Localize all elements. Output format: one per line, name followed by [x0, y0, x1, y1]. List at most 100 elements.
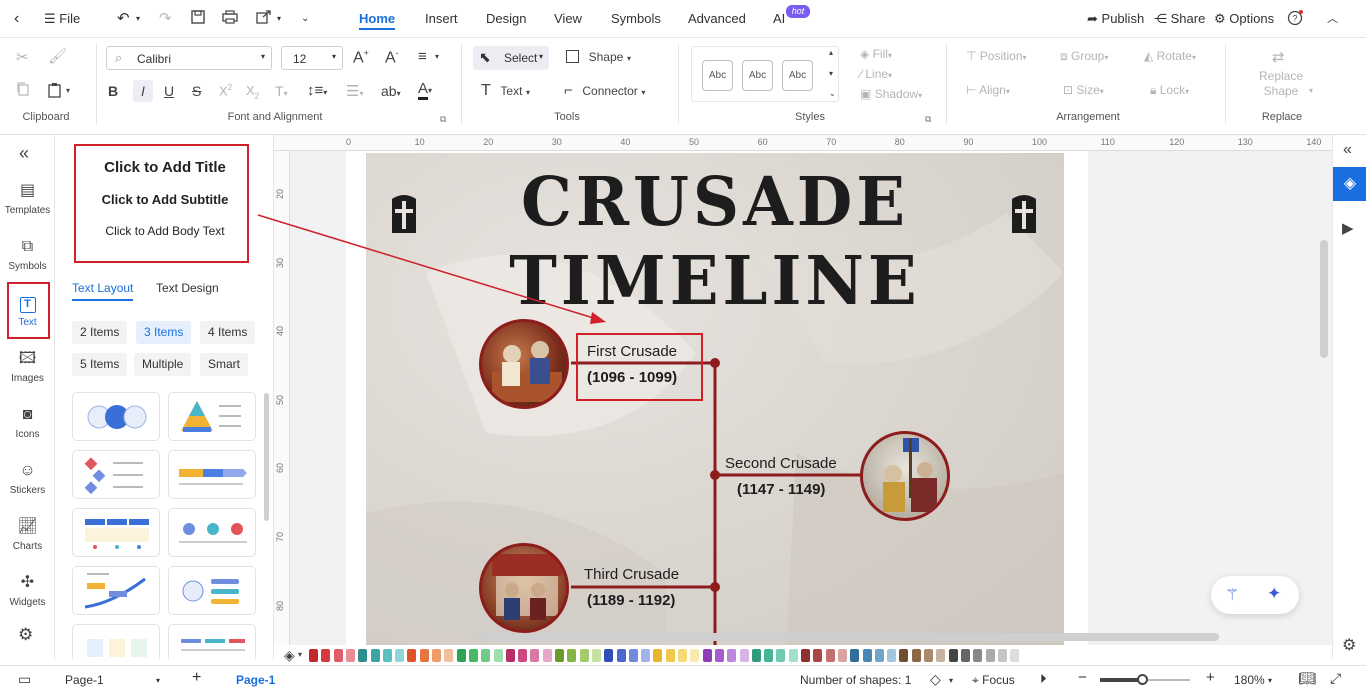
- rotate-button[interactable]: ◭ Rotate▾: [1144, 49, 1196, 63]
- horizontal-scrollbar[interactable]: [479, 633, 1219, 641]
- line-button[interactable]: ∕ Line▾: [860, 67, 892, 81]
- color-swatch[interactable]: [653, 649, 663, 662]
- expand-panel-icon[interactable]: «: [1343, 141, 1352, 159]
- color-swatch[interactable]: [333, 649, 343, 662]
- color-swatch[interactable]: [481, 649, 491, 662]
- styles-expand-icon[interactable]: ⌄: [829, 89, 836, 98]
- color-swatch[interactable]: [321, 649, 331, 662]
- color-swatch[interactable]: [837, 649, 847, 662]
- position-button[interactable]: ⊤ Position▾: [966, 49, 1027, 63]
- second-crusade-years[interactable]: (1147 - 1149): [737, 481, 825, 498]
- magic-wand-icon[interactable]: ⚚: [1225, 585, 1239, 605]
- export-icon[interactable]: [256, 10, 272, 28]
- color-swatch[interactable]: [591, 649, 601, 662]
- color-swatch[interactable]: [542, 649, 552, 662]
- font-family-select[interactable]: ⌕ Calibri ▾: [106, 46, 272, 70]
- size-button[interactable]: ⊡ Size▾: [1063, 83, 1104, 97]
- collapse-sidebar-icon[interactable]: «: [19, 143, 29, 164]
- subscript-icon[interactable]: X2: [246, 83, 259, 101]
- align-dropdown-icon[interactable]: ▾: [435, 52, 439, 61]
- slideshow-icon[interactable]: ▶: [1342, 219, 1354, 237]
- strikethrough-icon[interactable]: S: [192, 83, 201, 99]
- color-swatch[interactable]: [714, 649, 724, 662]
- book-view-icon[interactable]: 📖︎: [1298, 670, 1316, 687]
- zoom-slider-thumb[interactable]: [1137, 674, 1148, 685]
- replace-shape-label-2[interactable]: Shape: [1254, 84, 1308, 98]
- tab-symbols[interactable]: Symbols: [611, 10, 661, 30]
- format-painter-icon[interactable]: 🖌: [48, 47, 67, 65]
- layout-thumbnail[interactable]: [168, 566, 256, 615]
- color-swatch[interactable]: [948, 649, 958, 662]
- color-swatch[interactable]: [456, 649, 466, 662]
- color-swatch[interactable]: [690, 649, 700, 662]
- underline-icon[interactable]: U: [164, 83, 174, 99]
- color-swatch[interactable]: [444, 649, 454, 662]
- color-swatch[interactable]: [960, 649, 970, 662]
- styles-scroll-down-icon[interactable]: ▾: [829, 69, 833, 78]
- layers-dropdown-icon[interactable]: ▾: [949, 676, 953, 685]
- color-swatch[interactable]: [1010, 649, 1020, 662]
- color-swatch[interactable]: [764, 649, 774, 662]
- sidebar-item-images[interactable]: 🖾 Images: [0, 343, 55, 395]
- text-button[interactable]: T Text ▾: [481, 82, 530, 100]
- color-swatch[interactable]: [739, 649, 749, 662]
- highlight-icon[interactable]: ab▾: [381, 83, 401, 99]
- third-crusade-name[interactable]: Third Crusade: [584, 566, 679, 583]
- color-swatch[interactable]: [936, 649, 946, 662]
- paste-icon[interactable]: [47, 82, 63, 101]
- color-swatch[interactable]: [727, 649, 737, 662]
- shadow-button[interactable]: ▣ Shadow▾: [860, 87, 922, 101]
- color-swatch[interactable]: [665, 649, 675, 662]
- style-swatch-2[interactable]: Abc: [742, 60, 773, 91]
- paste-dropdown-icon[interactable]: ▾: [66, 86, 70, 95]
- fill-dropdown-icon[interactable]: ▾: [298, 650, 302, 659]
- italic-icon[interactable]: I: [133, 80, 153, 102]
- color-swatch[interactable]: [850, 649, 860, 662]
- layout-thumbnail[interactable]: [168, 624, 256, 659]
- panel-scrollbar[interactable]: [264, 393, 269, 521]
- fullscreen-icon[interactable]: ⤢: [1330, 670, 1341, 687]
- color-swatch[interactable]: [518, 649, 528, 662]
- redo-icon[interactable]: ↷: [159, 10, 172, 28]
- export-dropdown-icon[interactable]: ▾: [277, 10, 281, 28]
- back-icon[interactable]: ‹: [14, 10, 19, 28]
- color-swatch[interactable]: [395, 649, 405, 662]
- chevron-down-icon[interactable]: ▾: [156, 676, 160, 685]
- replace-shape-label-1[interactable]: Replace: [1254, 69, 1308, 83]
- tab-view[interactable]: View: [554, 10, 582, 30]
- tab-ai[interactable]: AI: [773, 10, 785, 30]
- increase-font-icon[interactable]: A+: [353, 48, 369, 67]
- collapse-ribbon-icon[interactable]: ︿: [1327, 10, 1338, 28]
- font-color-icon[interactable]: A▾: [418, 80, 432, 100]
- sidebar-item-templates[interactable]: ▤ Templates: [0, 175, 55, 227]
- connector-button[interactable]: ⌐ Connector ▾: [564, 82, 645, 99]
- color-swatch[interactable]: [924, 649, 933, 662]
- bullets-icon[interactable]: ☰▾: [346, 82, 363, 100]
- style-swatch-3[interactable]: Abc: [782, 60, 813, 91]
- styles-scroll-up-icon[interactable]: ▴: [829, 48, 833, 57]
- color-swatch[interactable]: [530, 649, 540, 662]
- color-swatch[interactable]: [702, 649, 712, 662]
- sidebar-item-widgets[interactable]: ✣ Widgets: [0, 567, 55, 619]
- font-size-select[interactable]: 12 ▾: [281, 46, 343, 70]
- add-body-text[interactable]: Click to Add Body Text: [68, 224, 262, 238]
- tab-insert[interactable]: Insert: [425, 10, 458, 30]
- tab-home[interactable]: Home: [359, 10, 396, 30]
- chip-multiple[interactable]: Multiple: [134, 353, 192, 376]
- options-button[interactable]: ⚙ Options: [1214, 10, 1274, 28]
- layout-thumbnail[interactable]: [72, 392, 160, 441]
- third-crusade-years[interactable]: (1189 - 1192): [587, 592, 675, 609]
- sidebar-item-symbols[interactable]: ⧉ Symbols: [0, 231, 55, 283]
- sparkle-icon[interactable]: ✦: [1267, 584, 1281, 604]
- sidebar-item-icons[interactable]: ◙ Icons: [0, 399, 55, 451]
- color-swatch[interactable]: [358, 649, 368, 662]
- color-swatch[interactable]: [813, 649, 823, 662]
- page-select[interactable]: Page-1: [65, 673, 104, 687]
- color-swatch[interactable]: [616, 649, 626, 662]
- add-title-text[interactable]: Click to Add Title: [68, 159, 262, 176]
- layout-thumbnail[interactable]: [168, 450, 256, 499]
- third-crusade-image[interactable]: [479, 543, 569, 633]
- color-swatch[interactable]: [985, 649, 995, 662]
- focus-button[interactable]: ⌖ Focus: [972, 673, 1015, 688]
- undo-dropdown-icon[interactable]: ▾: [136, 10, 140, 28]
